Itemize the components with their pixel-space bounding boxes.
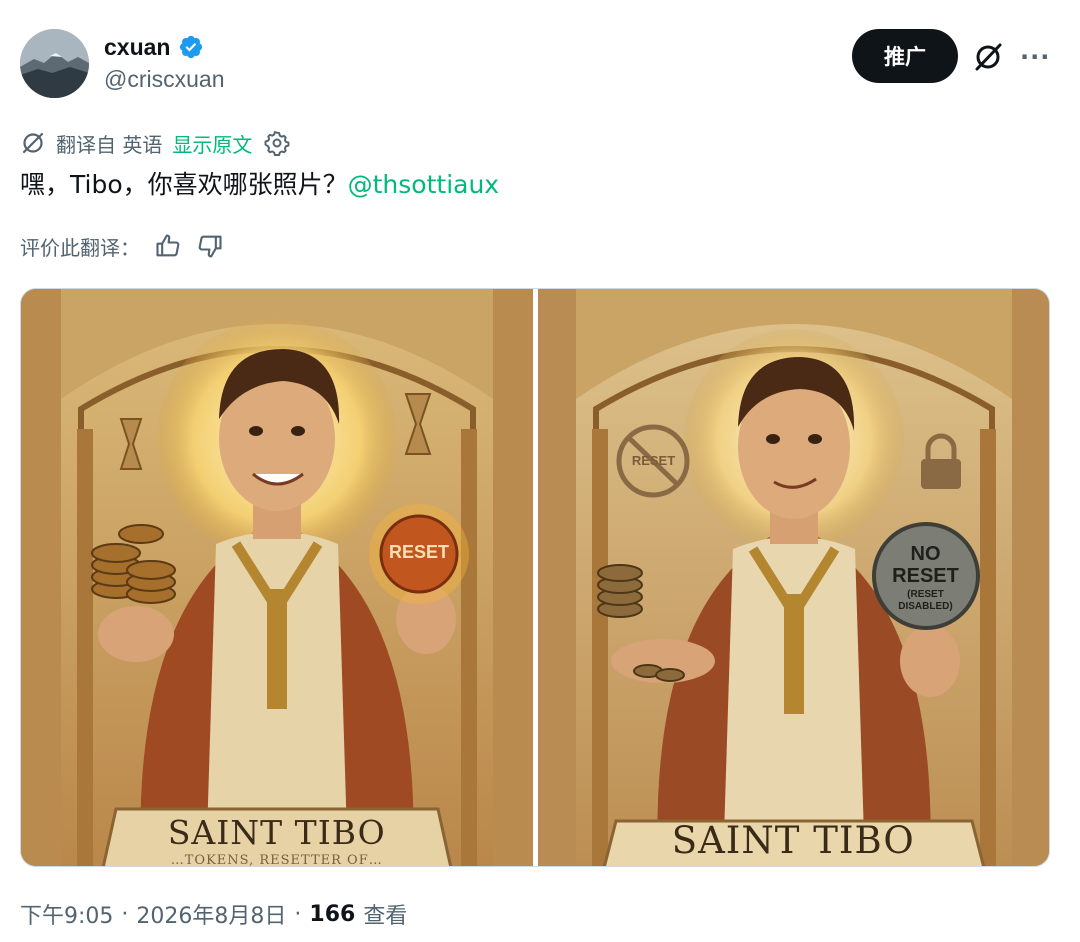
thumbs-up-icon[interactable] xyxy=(154,232,182,260)
card-subtitle: …TOKENS, RESETTER OF… xyxy=(170,853,383,866)
author-handle[interactable]: @criscxuan xyxy=(104,66,225,93)
views-count: 166 xyxy=(309,901,356,927)
meta-separator: · xyxy=(121,901,129,927)
tweet-meta: 下午9:05 · 2026年8月8日 · 166 查看 xyxy=(20,898,407,930)
thumbs-down-icon[interactable] xyxy=(196,232,224,260)
no-reset-coin-line2: RESET xyxy=(892,565,959,587)
tweet-time[interactable]: 下午9:05 xyxy=(20,898,113,930)
translate-icon xyxy=(22,132,44,154)
media-grid[interactable]: RESET SAINT TIBO …TOKENS, RESETTER OF… R… xyxy=(20,288,1050,867)
author-display-name[interactable]: cxuan xyxy=(104,34,170,61)
no-reset-sign-label: RESET xyxy=(631,453,676,468)
tweet-text: 嘿，Tibo，你喜欢哪张照片？@thsottiaux xyxy=(20,167,499,203)
promote-button[interactable]: 推广 xyxy=(852,29,958,83)
verified-badge-icon xyxy=(180,35,203,59)
rate-translation-label: 评价此翻译： xyxy=(20,235,140,260)
card-title: SAINT TIBO xyxy=(671,819,915,862)
more-icon[interactable]: ··· xyxy=(1020,44,1050,70)
tweet-date[interactable]: 2026年8月8日 xyxy=(136,898,286,930)
gear-icon[interactable] xyxy=(264,130,290,156)
meta-separator: · xyxy=(294,901,302,927)
reset-coin-label: RESET xyxy=(388,542,449,562)
show-original-link[interactable]: 显示原文 xyxy=(172,129,252,158)
no-reset-coin-line1: NO xyxy=(910,543,941,565)
avatar[interactable] xyxy=(20,29,89,98)
mention-link[interactable]: @thsottiaux xyxy=(348,170,499,199)
no-reset-coin-line3: (RESET xyxy=(907,589,944,600)
views-label: 查看 xyxy=(363,904,408,929)
grok-slash-icon[interactable] xyxy=(972,41,1004,73)
no-reset-coin-line4: DISABLED) xyxy=(898,601,953,612)
saint-tibo-card-no-reset[interactable]: RESET NO RESET (RESET DISABLED) SAINT TI… xyxy=(537,289,1049,866)
card-title: SAINT TIBO xyxy=(167,813,386,852)
saint-tibo-card-reset[interactable]: RESET SAINT TIBO …TOKENS, RESETTER OF… xyxy=(21,289,533,866)
tweet-body: 嘿，Tibo，你喜欢哪张照片？ xyxy=(20,170,348,199)
translated-from-label: 翻译自 英语 xyxy=(56,132,163,157)
